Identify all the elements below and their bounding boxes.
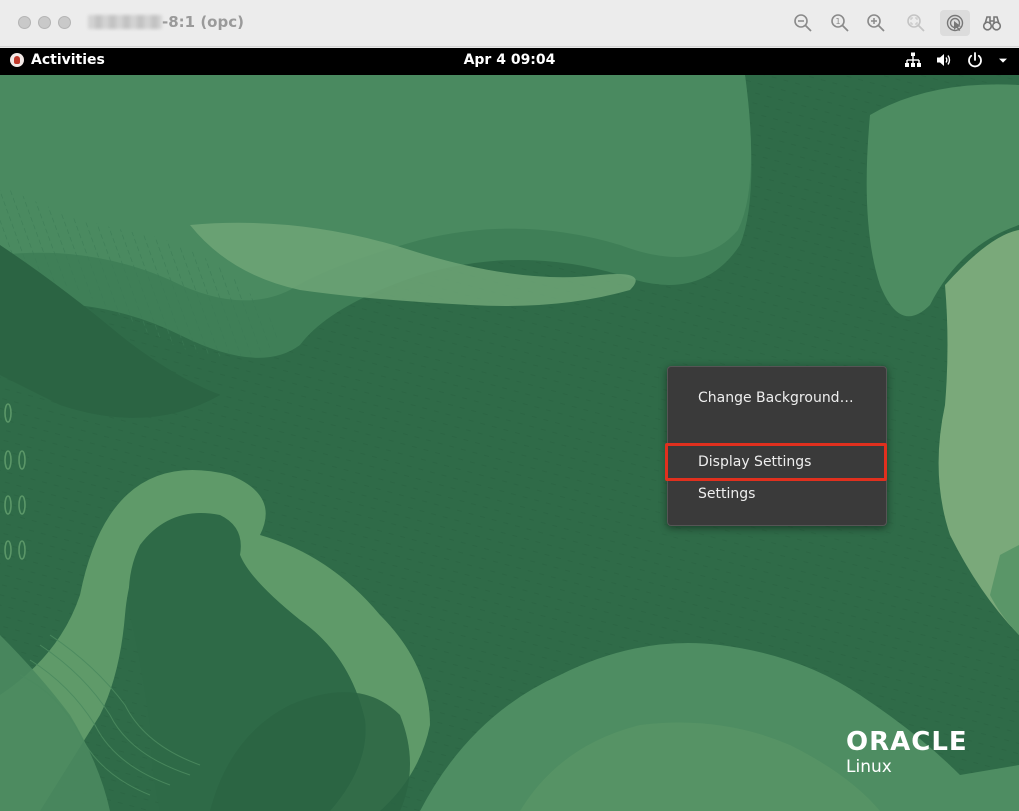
zoom-out-button[interactable]: [788, 10, 818, 36]
remote-pointer-button[interactable]: [940, 10, 970, 36]
viewer-titlebar: -8:1 (opc) 1: [0, 0, 1019, 47]
window-close-button[interactable]: [18, 16, 31, 29]
zoom-in-icon: [867, 14, 885, 32]
zoom-reset-icon: 1: [831, 14, 849, 32]
remote-pointer-icon: [946, 14, 964, 32]
brand-product: Linux: [846, 757, 892, 777]
binoculars-button[interactable]: [977, 10, 1007, 36]
volume-icon: [937, 54, 951, 66]
zoom-out-icon: [794, 14, 812, 32]
window-maximize-button[interactable]: [58, 16, 71, 29]
power-icon: [968, 52, 982, 68]
desktop-context-menu: Change Background… Display Settings Sett…: [667, 366, 887, 526]
viewer-title: -8:1 (opc): [162, 13, 244, 31]
svg-text:1: 1: [835, 17, 840, 26]
zoom-fit-button[interactable]: [901, 10, 931, 36]
top-panel: Activities Apr 4 09:04: [0, 48, 1019, 75]
zoom-fit-icon: [907, 14, 925, 32]
system-tray[interactable]: [904, 51, 1009, 69]
network-icon: [905, 52, 921, 67]
menu-item-change-background[interactable]: Change Background…: [668, 382, 886, 414]
zoom-in-button[interactable]: [861, 10, 891, 36]
menu-item-display-settings[interactable]: Display Settings: [668, 446, 886, 478]
oracle-linux-branding: ORACLE Linux: [846, 728, 968, 778]
chevron-down-icon: [999, 58, 1007, 63]
redacted-hostname: [88, 15, 162, 29]
panel-clock[interactable]: Apr 4 09:04: [0, 52, 1019, 68]
window-minimize-button[interactable]: [38, 16, 51, 29]
zoom-reset-button[interactable]: 1: [825, 10, 855, 36]
brand-name: ORACLE: [846, 727, 968, 757]
menu-item-settings[interactable]: Settings: [668, 478, 886, 510]
binoculars-icon: [982, 16, 1002, 31]
